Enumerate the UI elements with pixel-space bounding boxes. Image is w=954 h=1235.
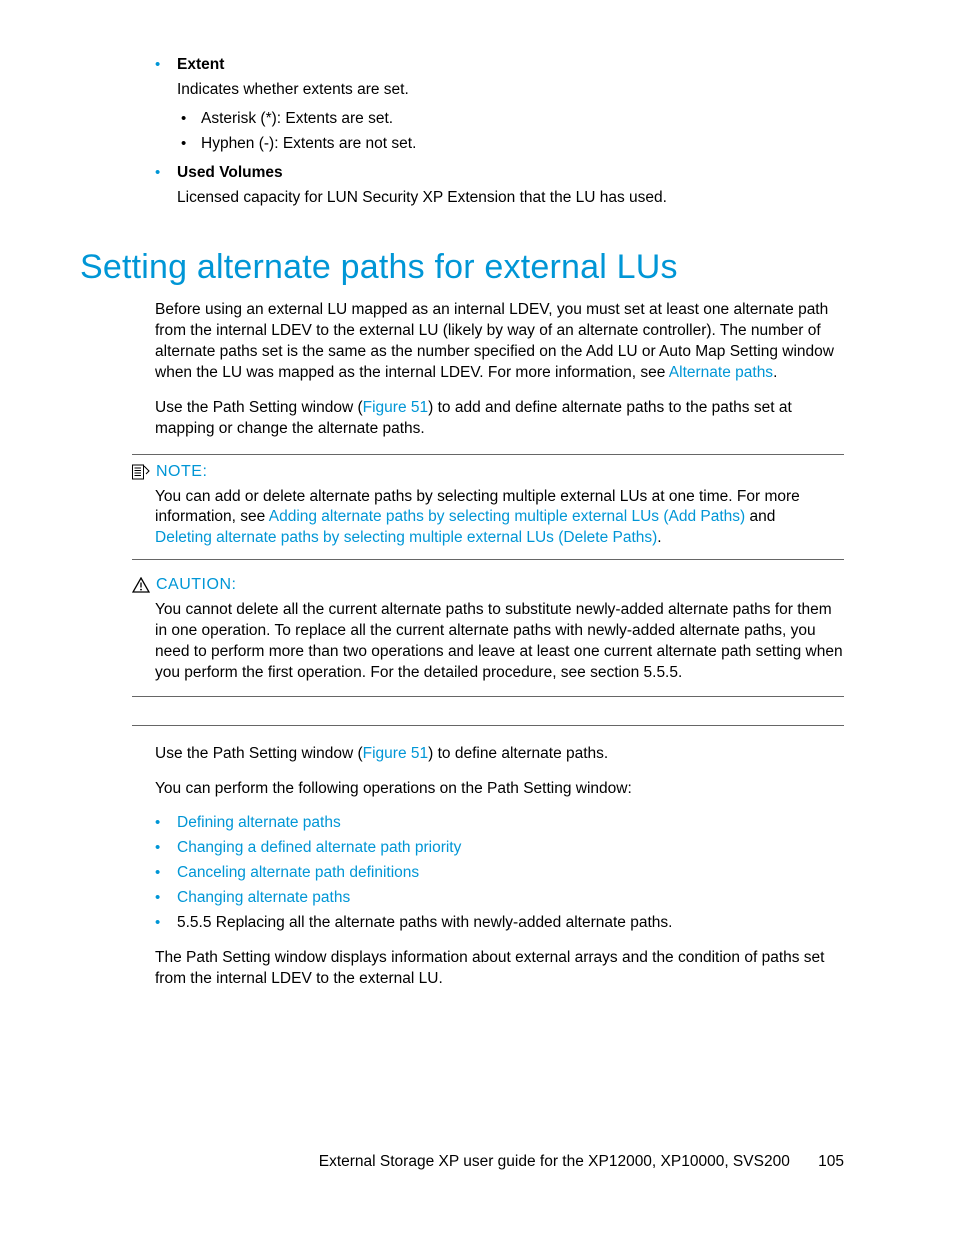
operations-list: Defining alternate paths Changing a defi… [155,813,844,934]
link-op1[interactable]: Defining alternate paths [177,814,341,831]
list-item-extent: Extent [155,55,844,76]
top-list: Extent Indicates whether extents are set… [155,55,844,209]
op-replace: 5.5.5 Replacing all the alternate paths … [155,913,844,934]
paragraph-1: Before using an external LU mapped as an… [155,300,844,384]
link-op4[interactable]: Changing alternate paths [177,889,350,906]
extent-desc: Indicates whether extents are set. [177,80,844,101]
section-heading: Setting alternate paths for external LUs [80,245,844,291]
note-label: NOTE: [156,461,207,483]
note-body-b: and [745,508,775,525]
note-header: NOTE: [132,461,844,483]
note-rule-top [132,454,844,455]
caution-icon [132,577,150,593]
extent-sublist: Asterisk (*): Extents are set. Hyphen (-… [177,109,844,155]
extent-title: Extent [177,56,224,73]
op-change-paths: Changing alternate paths [155,888,844,909]
link-figure-51-b[interactable]: Figure 51 [363,745,428,762]
extent-sub2: Hyphen (-): Extents are not set. [177,134,844,155]
paragraph-2: Use the Path Setting window (Figure 51) … [155,398,844,440]
link-figure-51-a[interactable]: Figure 51 [363,399,428,416]
caution-rule-bottom [132,696,844,697]
note-icon [132,464,150,480]
body-block: Before using an external LU mapped as an… [155,300,844,440]
link-op3[interactable]: Canceling alternate path definitions [177,864,419,881]
page-number: 105 [818,1153,844,1170]
link-add-paths[interactable]: Adding alternate paths by selecting mult… [269,508,745,525]
note-body: You can add or delete alternate paths by… [155,487,844,550]
page-footer: External Storage XP user guide for the X… [319,1152,844,1173]
caution-header: CAUTION: [132,574,844,596]
paragraph-5: The Path Setting window displays informa… [155,948,844,990]
para3-a: Use the Path Setting window ( [155,745,363,762]
body-block-2: Use the Path Setting window (Figure 51) … [155,744,844,990]
caution-label: CAUTION: [156,574,236,596]
caution-callout: CAUTION: You cannot delete all the curre… [132,574,844,725]
link-delete-paths[interactable]: Deleting alternate paths by selecting mu… [155,529,657,546]
op-cancel: Canceling alternate path definitions [155,863,844,884]
divider-rule [132,725,844,726]
op-define: Defining alternate paths [155,813,844,834]
note-callout: NOTE: You can add or delete alternate pa… [132,454,844,560]
op-change-priority: Changing a defined alternate path priori… [155,838,844,859]
used-volumes-title: Used Volumes [177,164,283,181]
paragraph-3: Use the Path Setting window (Figure 51) … [155,744,844,765]
para2-a: Use the Path Setting window ( [155,399,363,416]
footer-text: External Storage XP user guide for the X… [319,1153,790,1170]
note-body-c: . [657,529,661,546]
document-page: Extent Indicates whether extents are set… [0,0,954,1235]
para1-b: . [773,364,777,381]
paragraph-4: You can perform the following operations… [155,779,844,800]
note-rule-bottom [132,559,844,560]
list-item-used-volumes: Used Volumes [155,163,844,184]
para3-b: ) to define alternate paths. [428,745,608,762]
used-volumes-desc: Licensed capacity for LUN Security XP Ex… [177,188,844,209]
extent-sub1: Asterisk (*): Extents are set. [177,109,844,130]
link-alternate-paths[interactable]: Alternate paths [669,364,773,381]
link-op2[interactable]: Changing a defined alternate path priori… [177,839,461,856]
caution-body: You cannot delete all the current altern… [155,600,844,684]
